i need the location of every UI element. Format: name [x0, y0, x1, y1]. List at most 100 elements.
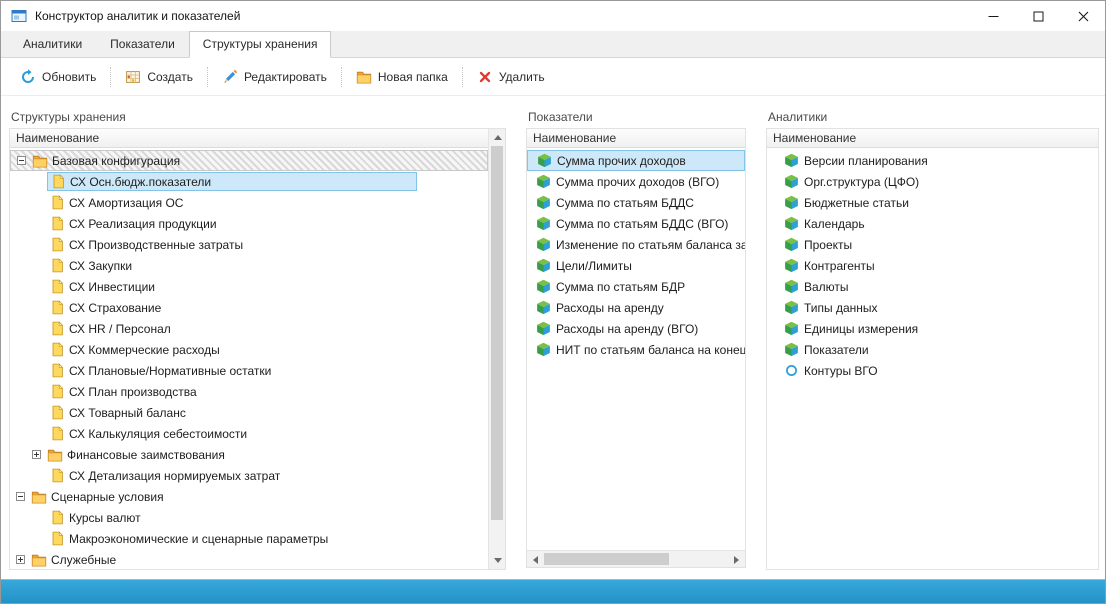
- list-item[interactable]: Валюты: [767, 276, 1098, 297]
- tree-item[interactable]: СХ План производства: [10, 381, 488, 402]
- tree-item[interactable]: СХ Плановые/Нормативные остатки: [10, 360, 488, 381]
- minimize-button[interactable]: [970, 1, 1015, 31]
- collapse-icon[interactable]: [17, 156, 26, 165]
- cube-icon: [783, 321, 799, 337]
- scroll-right-button[interactable]: [728, 551, 745, 568]
- list-item[interactable]: НИТ по статьям баланса на конец п: [527, 339, 745, 360]
- tree-item-label: СХ Инвестиции: [65, 280, 155, 294]
- list-item[interactable]: Расходы на аренду: [527, 297, 745, 318]
- pencil-icon: [222, 69, 238, 85]
- tree-item[interactable]: СХ Осн.бюдж.показатели: [10, 171, 488, 192]
- tree-item[interactable]: СХ Производственные затраты: [10, 234, 488, 255]
- toolbar-separator: [110, 67, 111, 87]
- tree-item[interactable]: СХ Калькуляция себестоимости: [10, 423, 488, 444]
- tree-item-content: Макроэкономические и сценарные параметры: [47, 529, 331, 548]
- tab-storage-structures[interactable]: Структуры хранения: [189, 31, 332, 58]
- tree-item[interactable]: СХ HR / Персонал: [10, 318, 488, 339]
- tree-item-label: СХ HR / Персонал: [65, 322, 171, 336]
- tab-analytics[interactable]: Аналитики: [9, 31, 96, 58]
- analytics-column-header[interactable]: Наименование: [767, 129, 1098, 148]
- tree-item[interactable]: Сценарные условия: [10, 486, 488, 507]
- create-button[interactable]: Создать: [116, 65, 202, 89]
- scroll-up-button[interactable]: [489, 129, 506, 146]
- tree-item[interactable]: СХ Коммерческие расходы: [10, 339, 488, 360]
- list-item-label: Изменение по статьям баланса за п: [551, 238, 745, 252]
- list-item[interactable]: Расходы на аренду (ВГО): [527, 318, 745, 339]
- tree-item-content: Сценарные условия: [29, 487, 167, 506]
- document-icon: [49, 384, 65, 400]
- tree-item[interactable]: Служебные: [10, 549, 488, 569]
- list-item[interactable]: Орг.структура (ЦФО): [767, 171, 1098, 192]
- delete-button[interactable]: Удалить: [468, 65, 554, 89]
- scrollbar-thumb[interactable]: [491, 146, 503, 520]
- list-item-label: Календарь: [799, 217, 865, 231]
- document-icon: [49, 237, 65, 253]
- storage-column-header[interactable]: Наименование: [10, 129, 488, 148]
- hscrollbar-track[interactable]: [544, 551, 728, 567]
- list-item-label: Сумма прочих доходов (ВГО): [551, 175, 719, 189]
- list-item-label: Показатели: [799, 343, 869, 357]
- expand-icon[interactable]: [16, 555, 25, 564]
- edit-button[interactable]: Редактировать: [213, 65, 336, 89]
- scroll-down-button[interactable]: [489, 552, 506, 569]
- tree-item[interactable]: Макроэкономические и сценарные параметры: [10, 528, 488, 549]
- indicators-column-header[interactable]: Наименование: [527, 129, 745, 148]
- list-item[interactable]: Сумма по статьям БДР: [527, 276, 745, 297]
- tree-item-label: Сценарные условия: [47, 490, 164, 504]
- toolbar-separator: [341, 67, 342, 87]
- list-item[interactable]: Контуры ВГО: [767, 360, 1098, 381]
- scroll-left-button[interactable]: [527, 551, 544, 568]
- list-item[interactable]: Сумма прочих доходов: [527, 150, 745, 171]
- tree-item[interactable]: Базовая конфигурация: [10, 150, 488, 171]
- tree-item-content: СХ Производственные затраты: [47, 235, 246, 254]
- list-item[interactable]: Сумма по статьям БДДС (ВГО): [527, 213, 745, 234]
- app-window: Конструктор аналитик и показателей Анали…: [0, 0, 1106, 604]
- refresh-button[interactable]: Обновить: [11, 65, 105, 89]
- tree-item[interactable]: СХ Инвестиции: [10, 276, 488, 297]
- list-item[interactable]: Бюджетные статьи: [767, 192, 1098, 213]
- tree-item[interactable]: СХ Детализация нормируемых затрат: [10, 465, 488, 486]
- list-item[interactable]: Показатели: [767, 339, 1098, 360]
- tree-item[interactable]: СХ Закупки: [10, 255, 488, 276]
- list-item[interactable]: Сумма прочих доходов (ВГО): [527, 171, 745, 192]
- hscrollbar-thumb[interactable]: [544, 553, 669, 565]
- maximize-button[interactable]: [1015, 1, 1060, 31]
- vertical-scrollbar[interactable]: [488, 129, 505, 569]
- indicators-list: Сумма прочих доходов Сумма прочих доходов…: [527, 148, 745, 550]
- tree-item[interactable]: СХ Амортизация ОС: [10, 192, 488, 213]
- tree-item[interactable]: СХ Товарный баланс: [10, 402, 488, 423]
- app-icon: [11, 8, 27, 24]
- analytics-list-box: Наименование Версии планированияОрг.стру…: [766, 128, 1099, 570]
- expand-icon[interactable]: [32, 450, 41, 459]
- tree-item[interactable]: Финансовые заимствования: [10, 444, 488, 465]
- list-item[interactable]: Единицы измерения: [767, 318, 1098, 339]
- cube-icon: [783, 216, 799, 232]
- button-label: Новая папка: [378, 70, 448, 84]
- document-icon: [49, 363, 65, 379]
- scrollbar-track[interactable]: [489, 146, 505, 552]
- tree-item[interactable]: Курсы валют: [10, 507, 488, 528]
- tree-item-content: СХ Плановые/Нормативные остатки: [47, 361, 274, 380]
- list-item[interactable]: Изменение по статьям баланса за п: [527, 234, 745, 255]
- horizontal-scrollbar[interactable]: [527, 550, 745, 567]
- create-icon: [125, 69, 141, 85]
- tree-item-label: СХ Плановые/Нормативные остатки: [65, 364, 271, 378]
- list-item[interactable]: Контрагенты: [767, 255, 1098, 276]
- list-item[interactable]: Сумма по статьям БДДС: [527, 192, 745, 213]
- new-folder-button[interactable]: Новая папка: [347, 65, 457, 89]
- maximize-icon: [1031, 8, 1047, 24]
- list-item[interactable]: Цели/Лимиты: [527, 255, 745, 276]
- tree-item[interactable]: СХ Страхование: [10, 297, 488, 318]
- list-item[interactable]: Типы данных: [767, 297, 1098, 318]
- cube-icon: [783, 300, 799, 316]
- status-bar: [1, 579, 1105, 603]
- list-item[interactable]: Календарь: [767, 213, 1098, 234]
- collapse-icon[interactable]: [16, 492, 25, 501]
- tab-indicators[interactable]: Показатели: [96, 31, 189, 58]
- document-icon: [49, 195, 65, 211]
- list-item[interactable]: Версии планирования: [767, 150, 1098, 171]
- list-item[interactable]: Проекты: [767, 234, 1098, 255]
- list-item-label: Сумма прочих доходов: [552, 154, 686, 168]
- close-button[interactable]: [1060, 1, 1105, 31]
- tree-item[interactable]: СХ Реализация продукции: [10, 213, 488, 234]
